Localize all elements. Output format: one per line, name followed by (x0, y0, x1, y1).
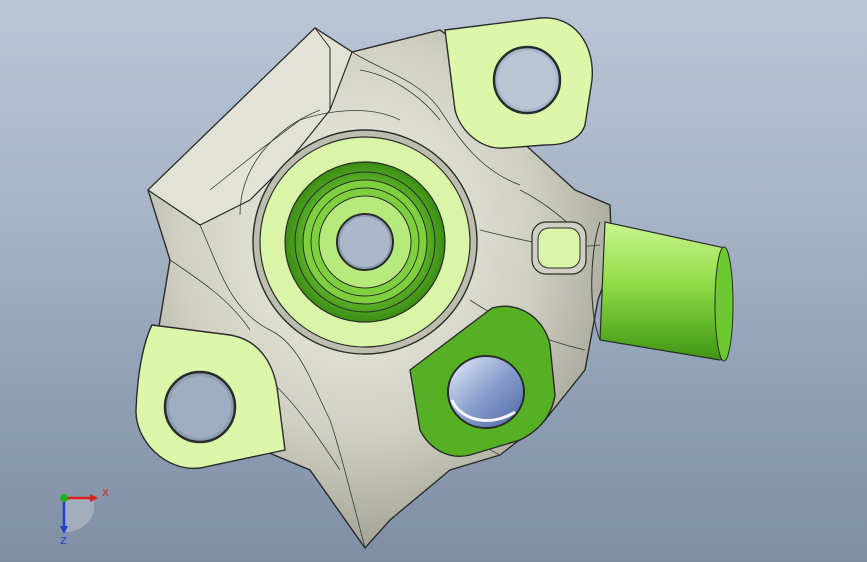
z-axis-label: Z (60, 536, 67, 547)
axis-triad: X Z (60, 488, 109, 547)
cylindrical-spigot[interactable] (599, 221, 733, 361)
lug-hole-bottom[interactable] (447, 355, 525, 429)
spigot-end-face[interactable] (714, 246, 734, 362)
graphics-viewport[interactable]: X Z (0, 0, 867, 562)
x-axis-label: X (102, 488, 109, 499)
cad-model[interactable] (0, 0, 867, 562)
y-axis-marker (60, 494, 68, 502)
